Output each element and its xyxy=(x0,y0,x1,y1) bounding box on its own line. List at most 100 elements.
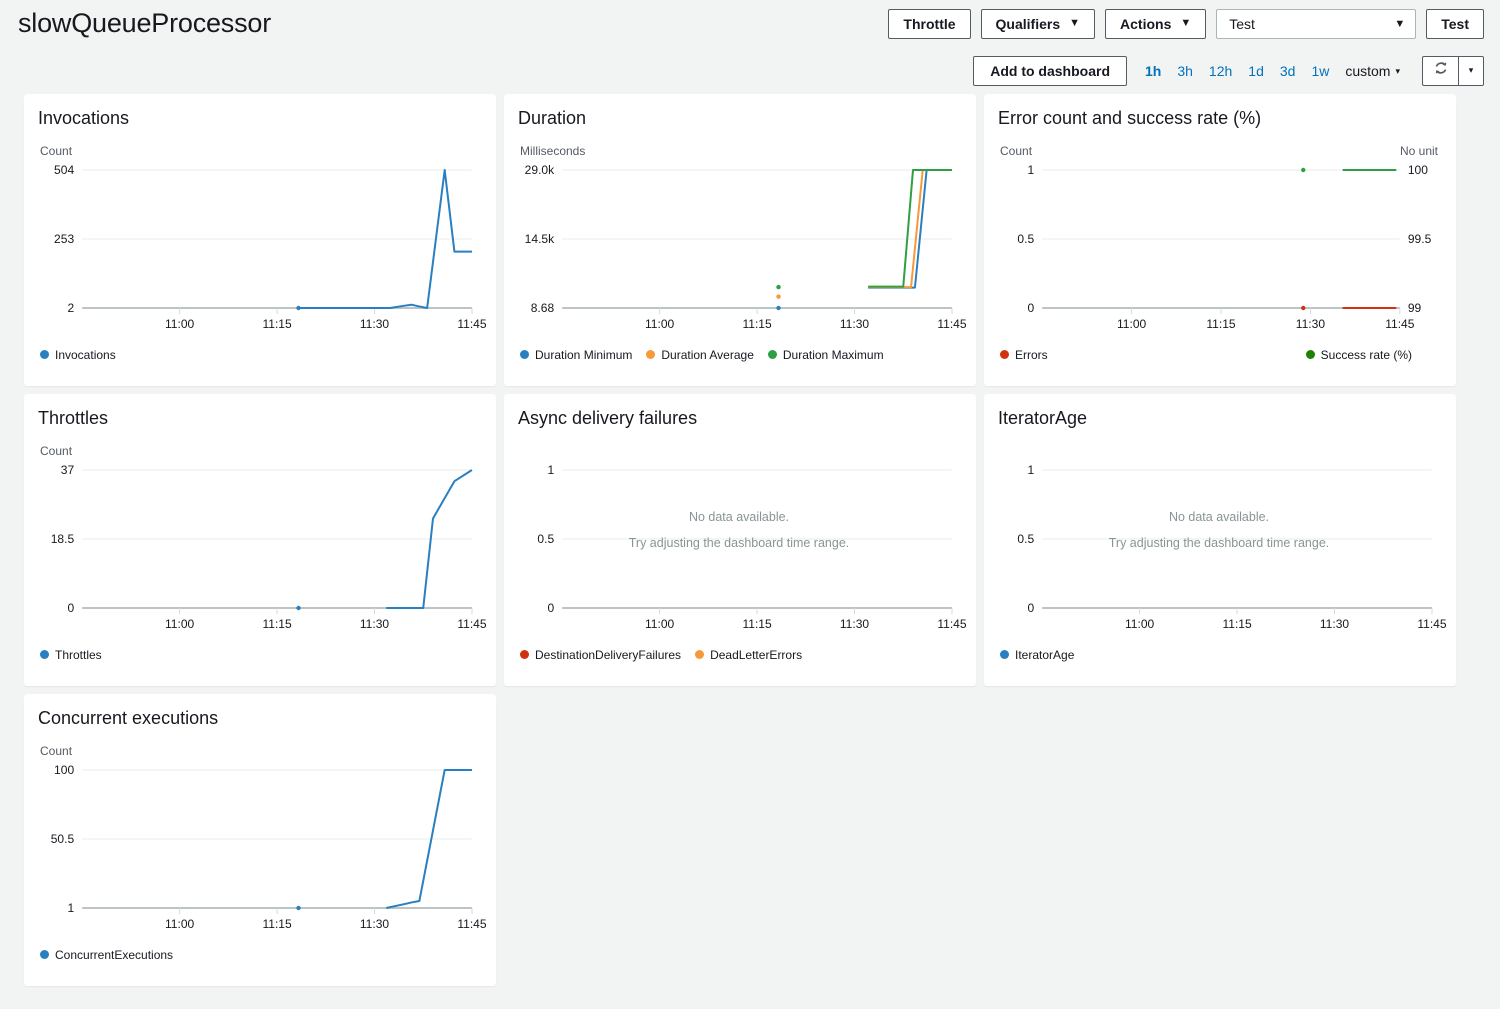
legend-color-swatch-icon xyxy=(1306,350,1315,359)
y-axis-tick-label: 14.5k xyxy=(525,232,555,246)
x-axis-tick-label: 11:15 xyxy=(262,617,292,631)
chart-plot-area[interactable]: 8.6814.5k29.0k11:0011:1511:3011:45 xyxy=(518,164,960,342)
chart-data-point xyxy=(776,294,780,298)
y-axis-tick-label: 2 xyxy=(67,301,74,315)
x-axis-tick-label: 11:00 xyxy=(1117,317,1147,331)
axis-unit-row: CountNo unit xyxy=(998,144,1440,160)
y-axis-tick-label: 8.68 xyxy=(531,301,555,315)
y-axis-tick-label: 50.5 xyxy=(51,832,75,846)
y-axis-tick-label-right: 99.5 xyxy=(1408,232,1432,246)
y-axis-tick-label: 18.5 xyxy=(51,532,75,546)
test-event-select[interactable]: Test ▼ xyxy=(1216,9,1416,39)
legend-item[interactable]: Success rate (%) xyxy=(1306,348,1412,362)
chart-plot-area[interactable]: 018.53711:0011:1511:3011:45 xyxy=(38,464,480,642)
legend-color-swatch-icon xyxy=(768,350,777,359)
refresh-controls: ▾ xyxy=(1422,56,1484,86)
chart-canvas: 150.510011:0011:1511:3011:45 xyxy=(38,764,480,942)
x-axis-tick-label: 11:15 xyxy=(262,317,292,331)
legend-item[interactable]: Duration Maximum xyxy=(768,348,884,362)
page-header: slowQueueProcessor Throttle Qualifiers ▼… xyxy=(0,0,1500,47)
y-axis-tick-label: 0.5 xyxy=(1017,532,1034,546)
refresh-options-button[interactable]: ▾ xyxy=(1458,56,1484,86)
axis-unit-row: Count xyxy=(38,144,480,160)
legend-item[interactable]: Duration Average xyxy=(646,348,754,362)
y-axis-tick-label-right: 99 xyxy=(1408,301,1422,315)
chart-canvas: 00.519999.510011:0011:1511:3011:45 xyxy=(998,164,1440,342)
throttle-button[interactable]: Throttle xyxy=(888,9,970,39)
legend-item[interactable]: IteratorAge xyxy=(1000,648,1074,662)
legend-color-swatch-icon xyxy=(695,650,704,659)
chart-plot-area[interactable]: 00.519999.510011:0011:1511:3011:45 xyxy=(998,164,1440,342)
chart-plot-area[interactable]: 00.5111:0011:1511:3011:45No data availab… xyxy=(998,464,1440,642)
metric-card-title: Duration xyxy=(518,108,960,130)
x-axis-tick-label: 11:15 xyxy=(262,917,292,931)
y-axis-tick-label: 1 xyxy=(1027,463,1034,477)
chart-data-point xyxy=(776,284,780,288)
chart-canvas: 018.53711:0011:1511:3011:45 xyxy=(38,464,480,642)
legend-item[interactable]: Invocations xyxy=(40,348,116,362)
y-axis-unit-left: Count xyxy=(40,444,72,460)
x-axis-tick-label: 11:00 xyxy=(165,917,195,931)
chevron-down-icon: ▾ xyxy=(1395,66,1400,77)
legend-item-label: Errors xyxy=(1015,348,1048,362)
chart-plot-area[interactable]: 150.510011:0011:1511:3011:45 xyxy=(38,764,480,942)
legend-item[interactable]: Duration Minimum xyxy=(520,348,632,362)
legend-item[interactable]: Errors xyxy=(1000,348,1048,362)
chart-legend: Invocations xyxy=(38,348,480,362)
metric-card-title: Error count and success rate (%) xyxy=(998,108,1440,130)
chart-series-line xyxy=(868,170,952,287)
chart-legend: ConcurrentExecutions xyxy=(38,948,480,962)
test-event-select-value: Test xyxy=(1229,16,1255,32)
time-range-1d[interactable]: 1d xyxy=(1248,63,1264,79)
time-range-3h[interactable]: 3h xyxy=(1177,63,1193,79)
chart-legend: Throttles xyxy=(38,648,480,662)
test-button[interactable]: Test xyxy=(1426,9,1484,39)
legend-item-label: Duration Minimum xyxy=(535,348,632,362)
legend-item[interactable]: DeadLetterErrors xyxy=(695,648,802,662)
metric-card-title: Throttles xyxy=(38,408,480,430)
time-range-3d[interactable]: 3d xyxy=(1280,63,1296,79)
legend-color-swatch-icon xyxy=(40,650,49,659)
y-axis-tick-label: 0 xyxy=(547,601,554,615)
chart-series-line xyxy=(386,470,472,608)
x-axis-tick-label: 11:45 xyxy=(937,317,967,331)
x-axis-tick-label: 11:00 xyxy=(645,617,675,631)
legend-item[interactable]: DestinationDeliveryFailures xyxy=(520,648,681,662)
time-range-12h[interactable]: 12h xyxy=(1209,63,1232,79)
x-axis-tick-label: 11:15 xyxy=(1222,617,1252,631)
y-axis-tick-label: 1 xyxy=(67,901,74,915)
metric-card: IteratorAge00.5111:0011:1511:3011:45No d… xyxy=(984,394,1456,686)
y-axis-unit-left: Count xyxy=(1000,144,1032,160)
chart-series-line xyxy=(299,170,472,308)
y-axis-tick-label: 253 xyxy=(54,232,74,246)
refresh-icon xyxy=(1433,60,1449,81)
time-range-1h[interactable]: 1h xyxy=(1145,63,1161,79)
page-title: slowQueueProcessor xyxy=(16,10,271,37)
legend-item[interactable]: Throttles xyxy=(40,648,102,662)
legend-item[interactable]: ConcurrentExecutions xyxy=(40,948,173,962)
legend-item-label: IteratorAge xyxy=(1015,648,1074,662)
x-axis-tick-label: 11:45 xyxy=(937,617,967,631)
metric-card-title: IteratorAge xyxy=(998,408,1440,430)
qualifiers-button[interactable]: Qualifiers ▼ xyxy=(981,9,1095,39)
y-axis-tick-label: 0 xyxy=(67,601,74,615)
actions-button[interactable]: Actions ▼ xyxy=(1105,9,1206,39)
axis-unit-row-empty xyxy=(518,444,960,460)
actions-button-label: Actions xyxy=(1120,16,1171,32)
add-to-dashboard-button[interactable]: Add to dashboard xyxy=(973,56,1127,86)
axis-unit-row: Count xyxy=(38,444,480,460)
chart-plot-area[interactable]: 225350411:0011:1511:3011:45 xyxy=(38,164,480,342)
refresh-button[interactable] xyxy=(1422,56,1458,86)
time-range-custom[interactable]: custom ▾ xyxy=(1345,63,1400,79)
time-range-1w[interactable]: 1w xyxy=(1311,63,1329,79)
chart-legend: Errors Success rate (%) xyxy=(998,348,1440,362)
metric-card: Error count and success rate (%) CountNo … xyxy=(984,94,1456,386)
legend-item-label: ConcurrentExecutions xyxy=(55,948,173,962)
y-axis-tick-label: 100 xyxy=(54,763,74,777)
y-axis-tick-label: 0 xyxy=(1027,301,1034,315)
chart-data-point xyxy=(1301,167,1305,171)
x-axis-tick-label: 11:30 xyxy=(360,917,390,931)
chevron-down-icon: ▼ xyxy=(1069,18,1080,29)
metric-card: Concurrent executionsCount150.510011:001… xyxy=(24,694,496,986)
chart-plot-area[interactable]: 00.5111:0011:1511:3011:45No data availab… xyxy=(518,464,960,642)
